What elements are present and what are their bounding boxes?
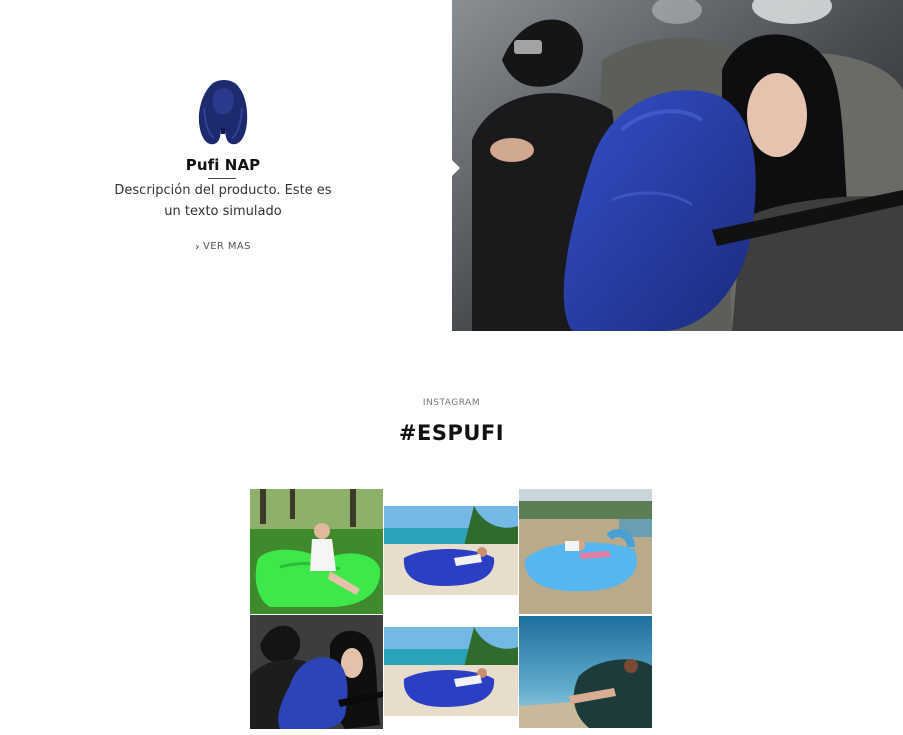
- gallery-image-2[interactable]: [384, 506, 518, 595]
- product-thumbnail[interactable]: [196, 78, 250, 148]
- product-hero-image: [452, 0, 903, 331]
- gallery-image-3[interactable]: [519, 489, 652, 614]
- chevron-right-icon: ›: [195, 240, 200, 253]
- product-description: Descripción del producto. Este es un tex…: [114, 183, 332, 219]
- title-divider: [208, 178, 236, 179]
- gallery-image-1[interactable]: [250, 489, 383, 614]
- gallery-image-6[interactable]: [519, 616, 652, 728]
- product-section: Pufi NAP Descripción del producto. Este …: [0, 0, 903, 331]
- gallery-image-5[interactable]: [384, 627, 518, 716]
- gallery-image-4[interactable]: [250, 615, 383, 729]
- instagram-kicker: INSTAGRAM: [422, 398, 481, 408]
- product-info: Pufi NAP Descripción del producto. Este …: [0, 0, 452, 331]
- ver-mas-link[interactable]: › VER MAS: [0, 240, 446, 253]
- ver-mas-label: VER MAS: [202, 241, 251, 252]
- hero-notch: [452, 160, 460, 176]
- instagram-heading: #ESPUFI: [398, 421, 505, 445]
- product-title: Pufi NAP: [185, 156, 261, 174]
